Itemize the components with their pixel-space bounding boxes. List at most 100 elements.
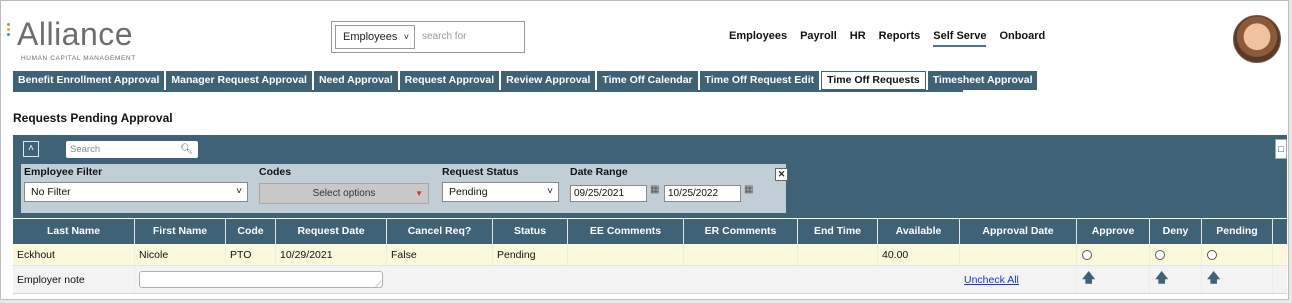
col-last-name[interactable]: Last Name [13,219,135,244]
approve-all-cell: 🡅 [1077,266,1150,293]
nav-onboard[interactable]: Onboard [999,30,1045,47]
uncheck-all-link[interactable]: Uncheck All [964,274,1019,286]
tabs-underline [13,90,963,92]
chevron-up-icon: ˄ [28,143,34,154]
date-from-input[interactable]: 09/25/2021 [570,185,647,202]
arrow-up-icon[interactable]: 🡅 [1155,269,1168,291]
logo-tagline: HUMAN CAPITAL MANAGEMENT [21,55,136,62]
cell-pending [1202,244,1273,265]
export-icon[interactable]: □ [1275,139,1287,159]
app-frame: Alliance HUMAN CAPITAL MANAGEMENT Employ… [0,0,1289,300]
tab-benefit-enrollment-approval[interactable]: Benefit Enrollment Approval [13,71,165,90]
col-deny[interactable]: Deny [1150,219,1202,244]
col-code[interactable]: Code [226,219,276,244]
calendar-icon[interactable]: ▦ [744,184,756,196]
search-icon: 🔍︎ [180,144,193,155]
caret-down-icon: ▼ [415,189,423,198]
nav-hr[interactable]: HR [850,30,866,47]
employer-note-textarea[interactable] [139,271,383,290]
col-approve[interactable]: Approve [1077,219,1150,244]
search-input[interactable]: search for [418,25,518,49]
tab-time-off-requests[interactable]: Time Off Requests [821,71,926,90]
col-cancel-req[interactable]: Cancel Req? [387,219,493,244]
tab-need-approval[interactable]: Need Approval [313,71,398,90]
col-spacer [1273,219,1287,244]
deny-radio[interactable] [1155,249,1165,260]
calendar-icon[interactable]: ▦ [650,184,662,196]
cell-deny [1150,244,1202,265]
nav-self-serve[interactable]: Self Serve [933,30,987,47]
employer-note-label: Employer note [13,266,135,293]
chevron-down-icon: ˅ [547,186,553,197]
codes-label: Codes [259,166,292,178]
user-avatar[interactable] [1233,15,1281,63]
global-search: Employees ˅ search for [331,21,525,53]
tab-time-off-calendar[interactable]: Time Off Calendar [597,71,698,90]
search-category-select[interactable]: Employees ˅ [335,25,415,49]
col-available[interactable]: Available [878,219,960,244]
codes-button-label: Select options [312,188,376,199]
cell-first-name: Nicole [135,244,226,265]
col-status[interactable]: Status [493,219,568,244]
tab-request-approval[interactable]: Request Approval [399,71,500,90]
cell-last-name: Eckhout [13,244,135,265]
col-request-date[interactable]: Request Date [276,219,387,244]
collapse-button[interactable]: ˄ [23,141,39,157]
nav-payroll[interactable]: Payroll [800,30,837,47]
page-title: Requests Pending Approval [13,111,173,125]
arrow-up-icon[interactable]: 🡅 [1207,269,1220,291]
cell-cancel-req: False [387,244,493,265]
deny-all-cell: 🡅 [1150,266,1202,293]
chevron-down-icon: ˅ [236,186,242,197]
cell-code: PTO [226,244,276,265]
col-pending[interactable]: Pending [1202,219,1273,244]
date-range-label: Date Range [570,166,628,178]
approve-radio[interactable] [1082,249,1092,260]
table-search-placeholder: Search [70,144,101,155]
arrow-up-icon[interactable]: 🡅 [1082,269,1095,291]
tab-manager-request-approval[interactable]: Manager Request Approval [166,71,312,90]
employer-note-row: Employer note Uncheck All 🡅 🡅 🡅 [13,266,1287,293]
tab-timesheet-approval[interactable]: Timesheet Approval [927,71,1038,90]
col-end-time[interactable]: End Time [798,219,878,244]
subnav-tabs: Benefit Enrollment Approval Manager Requ… [13,71,1038,90]
top-navigation: Employees Payroll HR Reports Self Serve … [729,30,1045,47]
col-first-name[interactable]: First Name [135,219,226,244]
cell-er-comments [684,244,798,265]
table-header: Last Name First Name Code Request Date C… [13,219,1287,244]
date-to-input[interactable]: 10/25/2022 [664,185,741,202]
codes-multiselect[interactable]: Select options ▼ [259,183,429,204]
filters-box: Employee Filter No Filter ˅ Codes Select… [21,164,788,213]
cell-spacer [1273,244,1287,265]
alliance-logo[interactable]: Alliance HUMAN CAPITAL MANAGEMENT [7,13,157,65]
nav-employees[interactable]: Employees [729,30,787,47]
cell-approval-date [960,244,1077,265]
table-row: Eckhout Nicole PTO 10/29/2021 False Pend… [13,244,1287,266]
logo-dots-icon [7,23,13,41]
cell-request-date: 10/29/2021 [276,244,387,265]
tab-time-off-request-edit[interactable]: Time Off Request Edit [699,71,820,90]
cell-end-time [798,244,878,265]
cell-available: 40.00 [878,244,960,265]
request-status-label: Request Status [442,166,519,178]
nav-reports[interactable]: Reports [879,30,921,47]
col-approval-date[interactable]: Approval Date [960,219,1077,244]
pending-all-cell: 🡅 [1202,266,1273,293]
employee-filter-value: No Filter [31,186,71,198]
filter-panel: ˄ Search 🔍︎ □ Employee Filter No Filter … [13,135,1287,218]
cell-status: Pending [493,244,568,265]
table-search-input[interactable]: Search 🔍︎ [66,141,198,158]
request-status-value: Pending [449,186,488,198]
col-ee-comments[interactable]: EE Comments [568,219,684,244]
close-icon[interactable]: ✕ [775,168,788,181]
request-status-select[interactable]: Pending ˅ [442,182,559,202]
employee-filter-select[interactable]: No Filter ˅ [24,182,248,202]
pending-radio[interactable] [1207,249,1217,260]
uncheck-all-cell: Uncheck All [960,266,1077,293]
tab-review-approval[interactable]: Review Approval [501,71,596,90]
cell-approve [1077,244,1150,265]
chevron-down-icon: ˅ [403,32,409,42]
col-er-comments[interactable]: ER Comments [684,219,798,244]
cell-spacer [1273,266,1287,293]
search-category-value: Employees [343,31,398,43]
